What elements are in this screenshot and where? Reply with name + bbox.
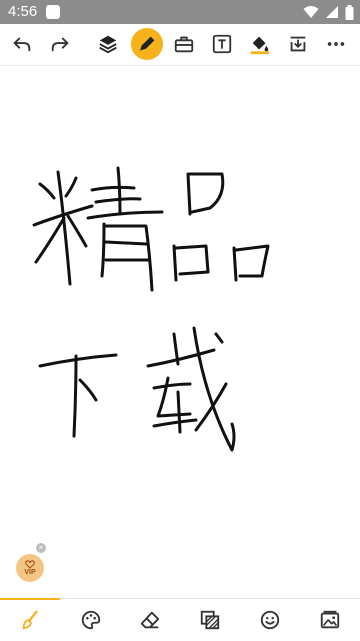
save-download-button[interactable] bbox=[282, 28, 314, 60]
stroke bbox=[194, 382, 228, 432]
toolbox-button[interactable] bbox=[168, 28, 200, 60]
pen-icon bbox=[140, 36, 155, 51]
stroke bbox=[152, 418, 198, 428]
undo-icon bbox=[13, 37, 31, 52]
status-bar: 4:56 bbox=[0, 0, 360, 24]
more-button[interactable] bbox=[320, 28, 352, 60]
stroke bbox=[192, 326, 236, 452]
save-download-icon bbox=[290, 36, 306, 52]
stroke bbox=[34, 216, 66, 264]
stroke bbox=[232, 246, 238, 282]
drawing-canvas[interactable] bbox=[0, 66, 360, 598]
undo-button[interactable] bbox=[6, 28, 38, 60]
stroke bbox=[102, 224, 154, 292]
stroke bbox=[234, 244, 270, 278]
fill-bucket-icon bbox=[250, 36, 270, 55]
eraser-icon bbox=[140, 611, 160, 629]
stroke bbox=[174, 244, 210, 276]
eraser-tab[interactable] bbox=[137, 607, 163, 633]
sticker-tab[interactable] bbox=[257, 607, 283, 633]
active-tab-indicator bbox=[0, 598, 60, 600]
stroke bbox=[90, 185, 136, 192]
stroke bbox=[100, 222, 106, 278]
text-tool-button[interactable] bbox=[206, 28, 238, 60]
stroke bbox=[186, 172, 192, 216]
wifi-icon bbox=[303, 6, 319, 18]
vip-label: VIP bbox=[24, 568, 36, 576]
vip-close-icon[interactable]: × bbox=[36, 543, 46, 553]
stroke bbox=[146, 348, 216, 368]
stroke bbox=[64, 176, 78, 198]
stroke bbox=[38, 353, 118, 368]
bottom-toolbar bbox=[0, 598, 360, 641]
fill-bucket-button[interactable] bbox=[244, 28, 276, 60]
redo-button[interactable] bbox=[44, 28, 76, 60]
sticker-smiley-icon bbox=[260, 610, 280, 630]
stroke bbox=[172, 244, 178, 282]
stroke bbox=[38, 182, 56, 200]
palette-tab[interactable] bbox=[78, 607, 104, 633]
stroke bbox=[94, 197, 142, 204]
gallery-tab[interactable] bbox=[317, 607, 343, 633]
more-icon bbox=[327, 42, 345, 46]
toolbox-icon bbox=[174, 36, 194, 53]
status-icons bbox=[303, 4, 354, 20]
notification-icon bbox=[46, 5, 60, 19]
redo-icon bbox=[51, 37, 69, 52]
signal-icon bbox=[326, 6, 338, 18]
pen-tool-button[interactable] bbox=[131, 28, 163, 60]
stroke bbox=[66, 214, 88, 248]
gallery-image-icon bbox=[320, 610, 340, 629]
palette-icon bbox=[81, 610, 101, 630]
handwriting-strokes bbox=[32, 166, 270, 452]
brush-icon bbox=[22, 610, 38, 630]
stroke bbox=[152, 382, 192, 390]
heart-diamond-icon bbox=[25, 559, 35, 569]
brush-tab[interactable] bbox=[17, 607, 43, 633]
stroke bbox=[188, 172, 225, 214]
top-toolbar bbox=[0, 24, 360, 66]
background-pattern-icon bbox=[200, 610, 220, 630]
layers-icon bbox=[99, 35, 117, 54]
stroke bbox=[86, 210, 164, 220]
status-time: 4:56 bbox=[8, 3, 38, 20]
background-pattern-tab[interactable] bbox=[197, 607, 223, 633]
stroke bbox=[214, 332, 224, 344]
stroke bbox=[104, 240, 148, 246]
stroke bbox=[78, 378, 98, 402]
stroke bbox=[176, 390, 182, 434]
battery-icon bbox=[345, 4, 354, 20]
stroke bbox=[116, 166, 122, 216]
stroke bbox=[72, 354, 78, 438]
vip-badge[interactable]: VIP bbox=[16, 554, 44, 582]
layers-button[interactable] bbox=[92, 28, 124, 60]
text-icon bbox=[212, 34, 232, 54]
